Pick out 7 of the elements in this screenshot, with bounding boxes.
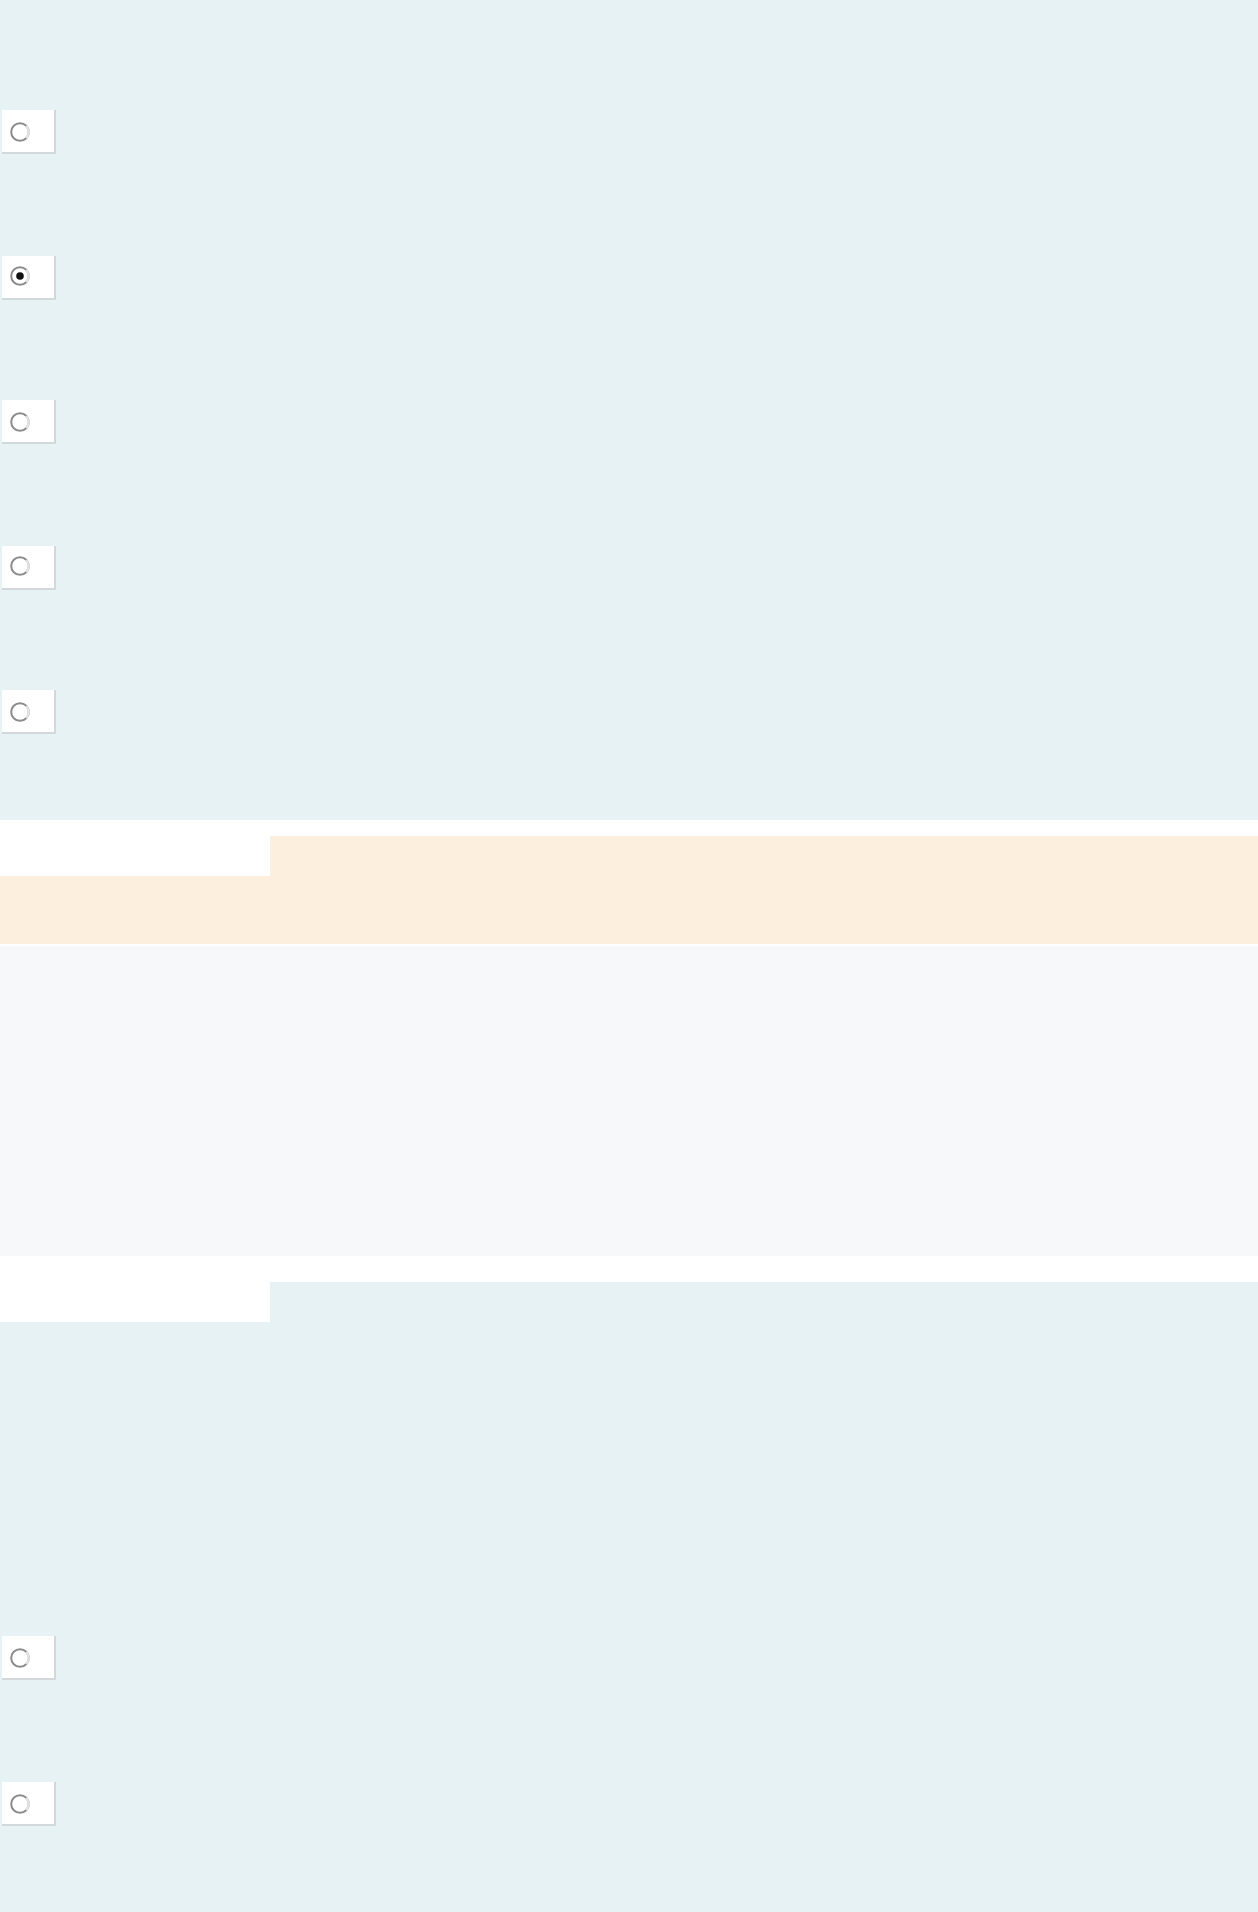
radio-button[interactable] [10, 266, 30, 286]
radio-button[interactable] [10, 411, 30, 431]
radio-button[interactable] [10, 121, 30, 141]
radio-button[interactable] [10, 1793, 30, 1813]
radio-button[interactable] [10, 556, 30, 576]
radio-button[interactable] [10, 1647, 30, 1667]
radio-button[interactable] [10, 701, 30, 721]
